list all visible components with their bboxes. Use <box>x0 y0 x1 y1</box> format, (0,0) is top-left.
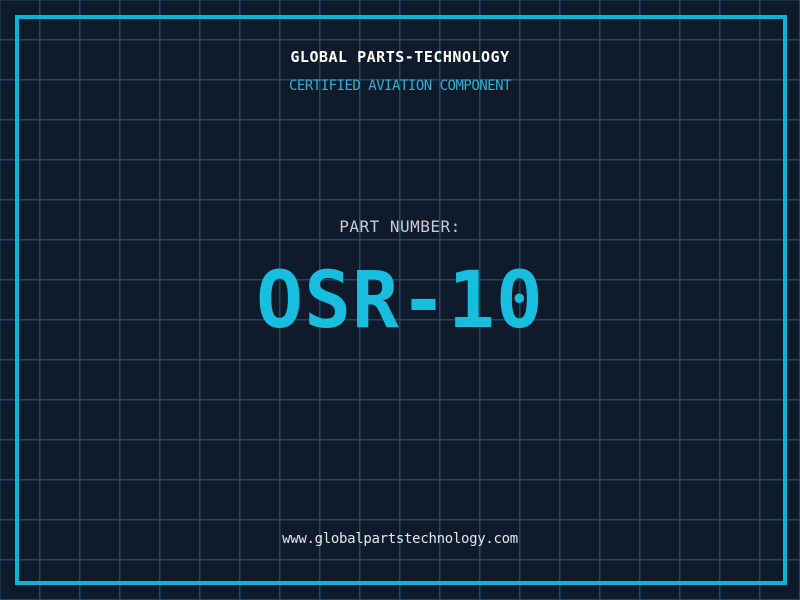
part-number-value: OSR-10 <box>256 256 544 346</box>
part-number-label: PART NUMBER: <box>339 217 461 236</box>
certification-tagline: CERTIFIED AVIATION COMPONENT <box>288 78 512 94</box>
website-url: www.globalpartstechnology.com <box>282 531 518 547</box>
company-name: GLOBAL PARTS-TECHNOLOGY <box>290 48 510 66</box>
